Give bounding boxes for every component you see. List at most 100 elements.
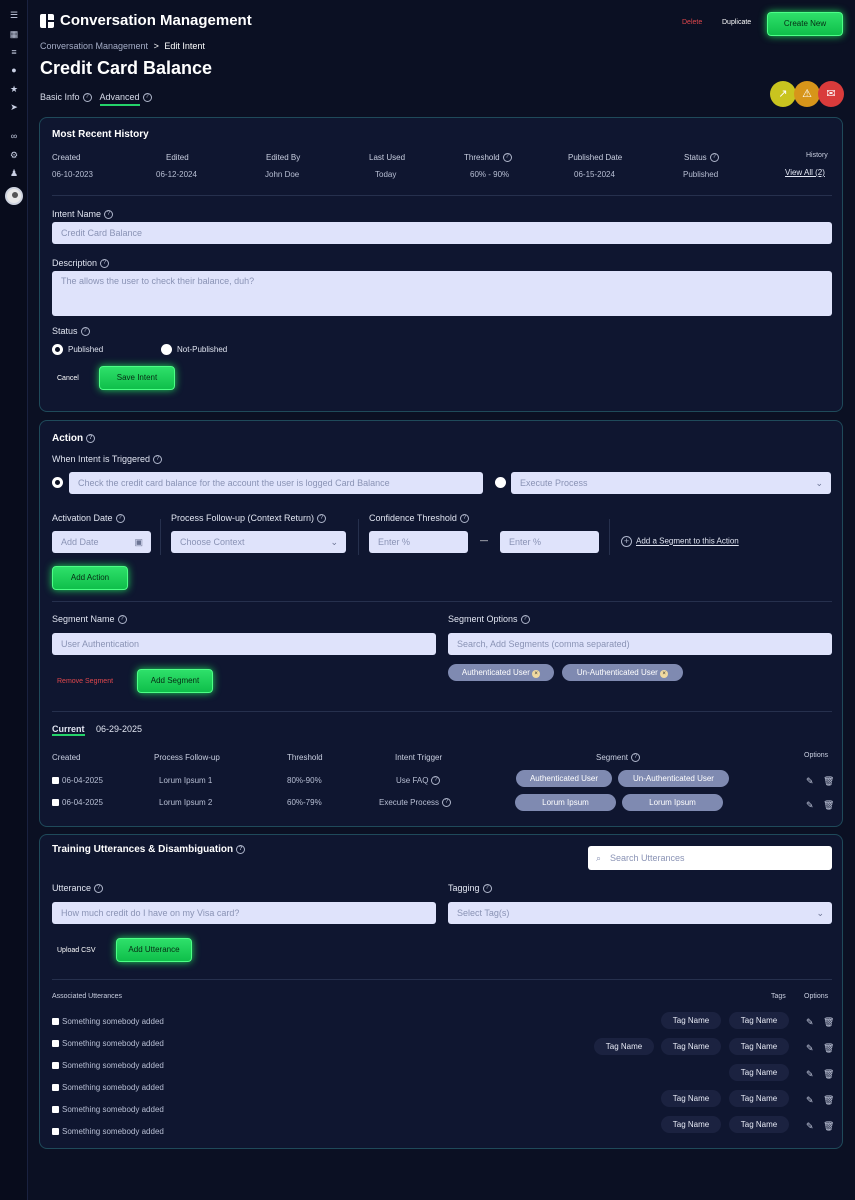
- add-segment-link[interactable]: + Add a Segment to this Action: [621, 536, 739, 547]
- chat-icon[interactable]: ●: [8, 65, 20, 75]
- add-utterance-button[interactable]: Add Utterance: [116, 938, 192, 962]
- segment-options-input[interactable]: Search, Add Segments (comma separated): [448, 633, 832, 655]
- history-last-used-value: Today: [375, 170, 397, 179]
- description-textarea[interactable]: The allows the user to check their balan…: [52, 271, 832, 316]
- trigger-text-input[interactable]: Check the credit card balance for the ac…: [69, 472, 483, 494]
- help-icon: ?: [520, 615, 530, 625]
- dashboard-icon[interactable]: ▦: [8, 29, 20, 39]
- activation-date-input[interactable]: Add Date ▣: [52, 531, 151, 553]
- segment-name-label: Segment Name?: [52, 614, 127, 625]
- search-utterances-input[interactable]: ⌕ Search Utterances: [588, 846, 832, 870]
- tags-header: Tags: [771, 993, 786, 1000]
- add-segment-button[interactable]: Add Segment: [137, 669, 213, 693]
- close-icon[interactable]: ×: [660, 670, 669, 678]
- trash-icon[interactable]: 🗑: [823, 800, 834, 810]
- edit-icon[interactable]: ✎: [806, 1017, 814, 1027]
- tagging-select[interactable]: Select Tag(s) ⌄: [448, 902, 832, 924]
- history-col-edited: Edited: [166, 153, 189, 162]
- trash-icon[interactable]: 🗑: [823, 776, 834, 786]
- tag-chip[interactable]: Tag Name: [594, 1038, 654, 1055]
- followup-label: Process Follow-up (Context Return)?: [171, 513, 327, 524]
- breadcrumb-current: Edit Intent: [164, 41, 205, 51]
- intent-name-input[interactable]: Credit Card Balance: [52, 222, 832, 244]
- tag-chip[interactable]: Tag Name: [729, 1116, 789, 1133]
- history-col-published-date: Published Date: [568, 153, 623, 162]
- row-checkbox[interactable]: [52, 777, 59, 784]
- status-published-label: Published: [68, 345, 104, 354]
- edit-icon[interactable]: ✎: [806, 800, 814, 810]
- trash-icon[interactable]: 🗑: [823, 1017, 834, 1027]
- utterance-text: Something somebody added: [62, 1105, 164, 1114]
- send-icon[interactable]: ➤: [8, 102, 20, 112]
- utterance-input[interactable]: How much credit do I have on my Visa car…: [52, 902, 436, 924]
- edit-icon[interactable]: ✎: [806, 1121, 814, 1131]
- tag-chip[interactable]: Tag Name: [729, 1038, 789, 1055]
- trash-icon[interactable]: 🗑: [823, 1069, 834, 1079]
- link-icon[interactable]: ∞: [8, 131, 20, 141]
- utterance-checkbox[interactable]: [52, 1106, 59, 1113]
- close-icon[interactable]: ×: [532, 670, 541, 678]
- trash-icon[interactable]: 🗑: [823, 1121, 834, 1131]
- trend-icon[interactable]: ↗: [770, 81, 796, 107]
- followup-select[interactable]: Choose Context ⌄: [171, 531, 346, 553]
- tag-chip[interactable]: Tag Name: [661, 1090, 721, 1107]
- search-icon: ⌕: [596, 853, 602, 863]
- users-icon[interactable]: ♟: [8, 168, 20, 178]
- current-label: Current: [52, 724, 85, 736]
- status-not-published-radio[interactable]: [161, 344, 172, 355]
- trash-icon[interactable]: 🗑: [823, 1095, 834, 1105]
- row-checkbox[interactable]: [52, 799, 59, 806]
- duplicate-button[interactable]: Duplicate: [722, 19, 751, 26]
- utterance-checkbox[interactable]: [52, 1128, 59, 1135]
- tag-chip[interactable]: Tag Name: [661, 1116, 721, 1133]
- edit-icon[interactable]: ✎: [806, 776, 814, 786]
- tag-chip[interactable]: Tag Name: [661, 1012, 721, 1029]
- add-action-button[interactable]: Add Action: [52, 566, 128, 590]
- confidence-max-input[interactable]: Enter %: [500, 531, 599, 553]
- list-icon[interactable]: ≡: [8, 47, 20, 57]
- settings-icon[interactable]: ⚙: [8, 150, 20, 160]
- delete-button[interactable]: Delete: [682, 19, 702, 26]
- utterance-checkbox[interactable]: [52, 1018, 59, 1025]
- tab-basic-info[interactable]: Basic Info?: [40, 92, 92, 103]
- warning-icon[interactable]: ⚠: [794, 81, 820, 107]
- tag-chip[interactable]: Tag Name: [729, 1064, 789, 1081]
- calendar-icon[interactable]: ▣: [134, 531, 143, 553]
- upload-csv-button[interactable]: Upload CSV: [57, 947, 96, 954]
- segment-chip[interactable]: Authenticated User ×: [448, 664, 554, 681]
- status-not-published-label: Not-Published: [177, 345, 228, 354]
- tag-chip[interactable]: Tag Name: [729, 1012, 789, 1029]
- utterance-checkbox[interactable]: [52, 1062, 59, 1069]
- cancel-button[interactable]: Cancel: [57, 375, 79, 382]
- segment-chip[interactable]: Un-Authenticated User ×: [562, 664, 683, 681]
- create-new-button[interactable]: Create New: [767, 12, 843, 36]
- segment-pill: Authenticated User: [516, 770, 612, 787]
- utterance-checkbox[interactable]: [52, 1084, 59, 1091]
- remove-segment-button[interactable]: Remove Segment: [57, 678, 113, 685]
- trigger-process-radio[interactable]: [495, 477, 506, 488]
- confidence-min-input[interactable]: Enter %: [369, 531, 468, 553]
- utterance-checkbox[interactable]: [52, 1040, 59, 1047]
- segment-name-input[interactable]: User Authentication: [52, 633, 436, 655]
- edit-icon[interactable]: ✎: [806, 1095, 814, 1105]
- status-published-radio[interactable]: [52, 344, 63, 355]
- view-all-link[interactable]: View All (2): [785, 168, 825, 177]
- edit-icon[interactable]: ✎: [806, 1069, 814, 1079]
- save-intent-button[interactable]: Save Intent: [99, 366, 175, 390]
- breadcrumb-parent[interactable]: Conversation Management: [40, 41, 148, 51]
- message-icon[interactable]: ✉: [818, 81, 844, 107]
- star-icon[interactable]: ★: [8, 84, 20, 94]
- help-icon: ?: [82, 93, 92, 103]
- segment-pill: Un-Authenticated User: [618, 770, 729, 787]
- trigger-text-radio[interactable]: [52, 477, 63, 488]
- tag-chip[interactable]: Tag Name: [729, 1090, 789, 1107]
- avatar[interactable]: [5, 187, 23, 205]
- trash-icon[interactable]: 🗑: [823, 1043, 834, 1053]
- help-icon: ?: [117, 615, 127, 625]
- menu-icon[interactable]: ☰: [8, 10, 20, 20]
- tag-chip[interactable]: Tag Name: [661, 1038, 721, 1055]
- process-select[interactable]: Execute Process ⌄: [511, 472, 831, 494]
- edit-icon[interactable]: ✎: [806, 1043, 814, 1053]
- tab-advanced[interactable]: Advanced?: [99, 92, 152, 106]
- segment-pill: Lorum Ipsum: [622, 794, 723, 811]
